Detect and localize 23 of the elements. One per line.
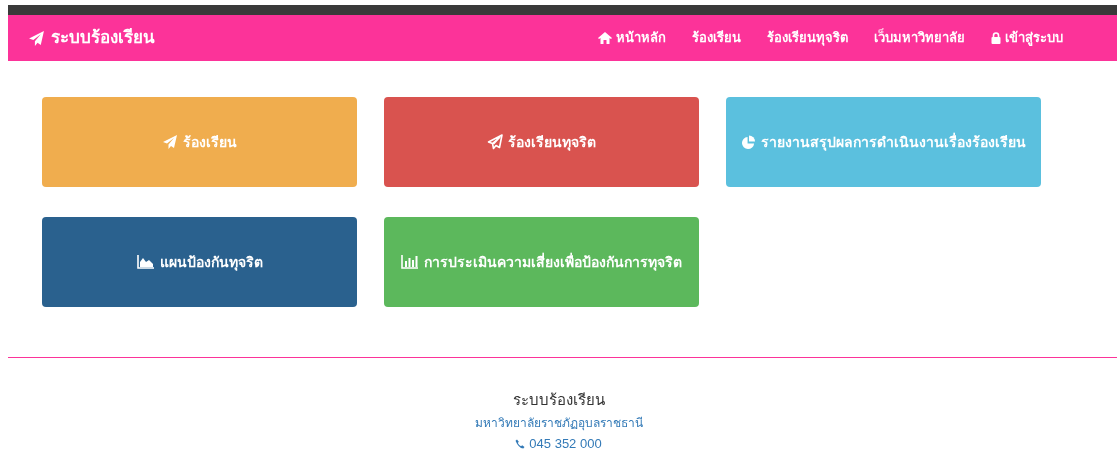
- footer-title: ระบบร้องเรียน: [512, 390, 605, 410]
- menu-tile[interactable]: ร้องเรียนทุจริต: [384, 97, 699, 187]
- nav-link[interactable]: ร้องเรียน: [692, 28, 741, 48]
- phone-icon: [515, 439, 526, 449]
- paper-plane-icon: [162, 134, 178, 150]
- area-chart-icon: [136, 255, 155, 269]
- pie-chart-icon: [741, 134, 756, 150]
- phone-number: 045 352 000: [529, 435, 602, 453]
- brand-link[interactable]: ระบบร้องเรียน: [28, 25, 155, 51]
- nav-link[interactable]: ร้องเรียนทุจริต: [767, 28, 848, 48]
- menu-tile[interactable]: ร้องเรียน: [42, 97, 357, 187]
- menu-tile[interactable]: การประเมินความเสี่ยงเพื่อป้องกันการทุจริต: [384, 217, 699, 307]
- paper-plane-icon: [28, 29, 45, 47]
- university-link[interactable]: มหาวิทยาลัยราชภัฏอุบลราชธานี: [474, 414, 643, 432]
- nav-link[interactable]: เว็บมหาวิทยาลัย: [874, 28, 965, 48]
- menu-tile[interactable]: แผนป้องกันทุจริต: [42, 217, 357, 307]
- nav-link[interactable]: หน้าหลัก: [598, 28, 666, 48]
- bar-chart-icon: [401, 255, 419, 269]
- lock-icon: [991, 32, 1001, 44]
- nav-link[interactable]: เข้าสู่ระบบ: [991, 28, 1063, 48]
- home-icon: [598, 32, 612, 44]
- menu-tile[interactable]: รายงานสรุปผลการดำเนินงานเรื่องร้องเรียน: [726, 97, 1041, 187]
- paper-plane-icon: [487, 134, 503, 150]
